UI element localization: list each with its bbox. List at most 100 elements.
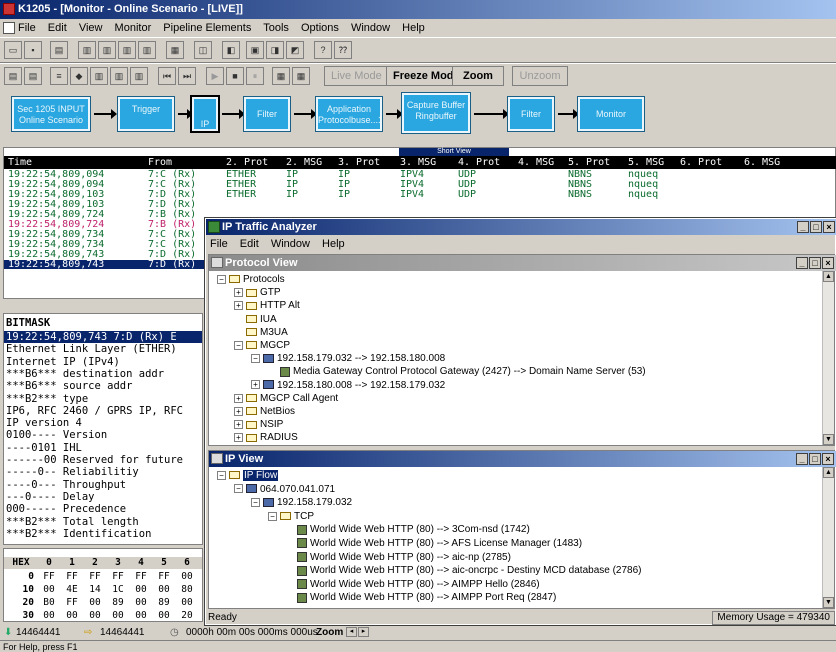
print-icon[interactable]: ▤	[50, 41, 68, 59]
close-icon[interactable]: ×	[823, 221, 835, 233]
expand-icon[interactable]: +	[251, 380, 260, 390]
minimize-icon[interactable]: _	[796, 453, 808, 465]
view-icon[interactable]: ▤	[4, 67, 22, 85]
tree-node[interactable]: − TCP	[268, 511, 314, 523]
tree-node[interactable]: − 192.158.179.032 --> 192.158.180.008	[251, 353, 445, 365]
expand-icon[interactable]: +	[234, 420, 243, 430]
pipeline-node-filter[interactable]: Filter	[243, 96, 291, 132]
menu-edit[interactable]: Edit	[48, 22, 67, 34]
collapse-icon[interactable]: −	[251, 498, 260, 508]
pipeline-node-monitor[interactable]: Monitor	[577, 96, 645, 132]
bitmask-line[interactable]: ------00 Reserved for future	[6, 454, 183, 466]
scroll-down-icon[interactable]: ▼	[823, 597, 834, 608]
pipeline-node-trigger[interactable]: Trigger	[117, 96, 175, 132]
col-6-msg[interactable]: 6. MSG	[744, 156, 780, 169]
play-icon[interactable]: ▶	[206, 67, 224, 85]
tree-node[interactable]: + GTP	[234, 287, 281, 299]
monitor2-icon[interactable]: ▥	[98, 41, 116, 59]
menu-view[interactable]: View	[79, 22, 103, 34]
bitmask-line[interactable]: ***B6*** destination addr	[6, 368, 164, 380]
open-icon[interactable]: ▭	[4, 41, 22, 59]
scroll-down-icon[interactable]: ▼	[823, 434, 834, 445]
ip-flow-tree[interactable]: − IP Flow −064.070.041.071−192.158.179.032…	[209, 467, 824, 608]
ipta-menu-window[interactable]: Window	[271, 238, 310, 250]
collapse-icon[interactable]: −	[217, 470, 226, 480]
bitmask-line[interactable]: ----0101 IHL	[6, 442, 82, 454]
tree-node[interactable]: World Wide Web HTTP (80) --> AIMPP Port …	[285, 592, 556, 604]
stop-icon[interactable]: ■	[226, 67, 244, 85]
ipta-menu-help[interactable]: Help	[322, 238, 345, 250]
monitor4-icon[interactable]: ▥	[138, 41, 156, 59]
bits2-icon[interactable]: ▥	[110, 67, 128, 85]
close-icon[interactable]: ×	[822, 257, 834, 269]
bitmask-line[interactable]: ----0--- Throughput	[6, 479, 126, 491]
collapse-icon[interactable]: −	[251, 354, 260, 364]
hex-row[interactable]: 30 00 00 00 00 00 00 20	[4, 610, 202, 621]
col-6-prot[interactable]: 6. Prot	[680, 156, 722, 169]
protocol-view-scrollbar[interactable]: ▲ ▼	[822, 271, 834, 445]
menu-help[interactable]: Help	[402, 22, 425, 34]
tree-node[interactable]: World Wide Web HTTP (80) --> AFS License…	[285, 538, 582, 550]
bitmask-line[interactable]: ***B6*** source addr	[6, 380, 132, 392]
ipta-menu-file[interactable]: File	[210, 238, 228, 250]
col-3-prot[interactable]: 3. Prot	[338, 156, 380, 169]
hex-panel[interactable]: HEX 0 1 2 3 4 5 6 0 FF FF FF FF FF FF 00 10 00 4E 1…	[3, 548, 203, 622]
split-icon[interactable]: ◨	[266, 41, 284, 59]
cascade-icon[interactable]: ◩	[286, 41, 304, 59]
minimize-icon[interactable]: _	[796, 257, 808, 269]
bitmask-line[interactable]: IP version 4	[6, 417, 82, 429]
menu-monitor[interactable]: Monitor	[115, 22, 152, 34]
tree-node[interactable]: World Wide Web HTTP (80) --> aic-np (278…	[285, 552, 511, 564]
col-2-msg[interactable]: 2. MSG	[286, 156, 322, 169]
tree-node[interactable]: + MGCP Call Agent	[234, 393, 338, 405]
scroll-up-icon[interactable]: ▲	[823, 271, 834, 282]
expand-icon[interactable]: +	[234, 393, 243, 403]
menu-window[interactable]: Window	[351, 22, 390, 34]
bitmask-line[interactable]: -----0-- Reliabilitiy	[6, 466, 139, 478]
bitmask-line[interactable]: 0100---- Version	[6, 429, 107, 441]
bitmask-line[interactable]: Ethernet Link Layer (ETHER)	[6, 343, 177, 355]
collapse-icon[interactable]: −	[217, 274, 226, 284]
tree-node[interactable]: + RADIUS	[234, 432, 298, 444]
tree-node[interactable]: − IP Flow	[217, 470, 279, 482]
collapse-icon[interactable]: −	[234, 484, 243, 494]
table-row[interactable]: 19:22:54,809,103 7:D (Rx)	[4, 200, 836, 210]
filter-icon[interactable]: ≡	[50, 67, 68, 85]
hex-row[interactable]: 10 00 4E 14 1C 00 00 80	[4, 584, 202, 596]
bitmask-line[interactable]: IP6, RFC 2460 / GPRS IP, RFC	[6, 405, 183, 417]
tree-node[interactable]: IUA	[234, 314, 277, 326]
pipeline-node-capture-buffer[interactable]: Capture Buffer Ringbuffer	[401, 92, 471, 134]
expand-icon[interactable]: +	[234, 433, 243, 443]
table-row[interactable]: 19:22:54,809,103 7:D (Rx) ETHER IP IP IPV4 UDP…	[4, 190, 836, 200]
zoom-left-icon[interactable]: ◂	[346, 627, 357, 637]
collapse-icon[interactable]: −	[268, 511, 277, 521]
menu-tools[interactable]: Tools	[263, 22, 289, 34]
scroll-up-icon[interactable]: ▲	[823, 467, 834, 478]
bitmask-line[interactable]: ---0---- Delay	[6, 491, 95, 503]
tree-node[interactable]: World Wide Web HTTP (80) --> AIMPP Hello…	[285, 579, 540, 591]
pipeline-node-ip[interactable]: IP	[190, 95, 220, 133]
columns2-icon[interactable]: ▦	[292, 67, 310, 85]
last-icon[interactable]: ⏭	[178, 67, 196, 85]
ipta-menu-edit[interactable]: Edit	[240, 238, 259, 250]
bits3-icon[interactable]: ▥	[130, 67, 148, 85]
tree-node[interactable]: World Wide Web HTTP (80) --> aic-oncrpc …	[285, 565, 642, 577]
bits-icon[interactable]: ▥	[90, 67, 108, 85]
context-help-icon[interactable]: ⁇	[334, 41, 352, 59]
maximize-icon[interactable]: □	[809, 453, 821, 465]
menu-options[interactable]: Options	[301, 22, 339, 34]
tree-node[interactable]: − MGCP	[234, 340, 290, 352]
ip-view-scrollbar[interactable]: ▲ ▼	[822, 467, 834, 608]
maximize-icon[interactable]: □	[810, 221, 822, 233]
col-time[interactable]: Time	[8, 156, 32, 169]
pipeline-node-application-protocol[interactable]: Application Protocolbuse...1	[315, 96, 383, 132]
col-5-prot[interactable]: 5. Prot	[568, 156, 610, 169]
tree-node[interactable]: − 192.158.179.032	[251, 497, 352, 509]
expand-icon[interactable]: +	[234, 301, 243, 311]
live-mode-button[interactable]: Live Mode	[324, 66, 389, 86]
view2-icon[interactable]: ▤	[24, 67, 42, 85]
tree-node[interactable]: M3UA	[234, 327, 288, 339]
bitmask-line[interactable]: 19:22:54,809,743 7:D (Rx) E	[4, 331, 202, 343]
tree-node[interactable]: World Wide Web HTTP (80) --> 3Com-nsd (1…	[285, 524, 530, 536]
tree-node[interactable]: +192.158.180.008 --> 192.158.179.032	[251, 380, 445, 392]
